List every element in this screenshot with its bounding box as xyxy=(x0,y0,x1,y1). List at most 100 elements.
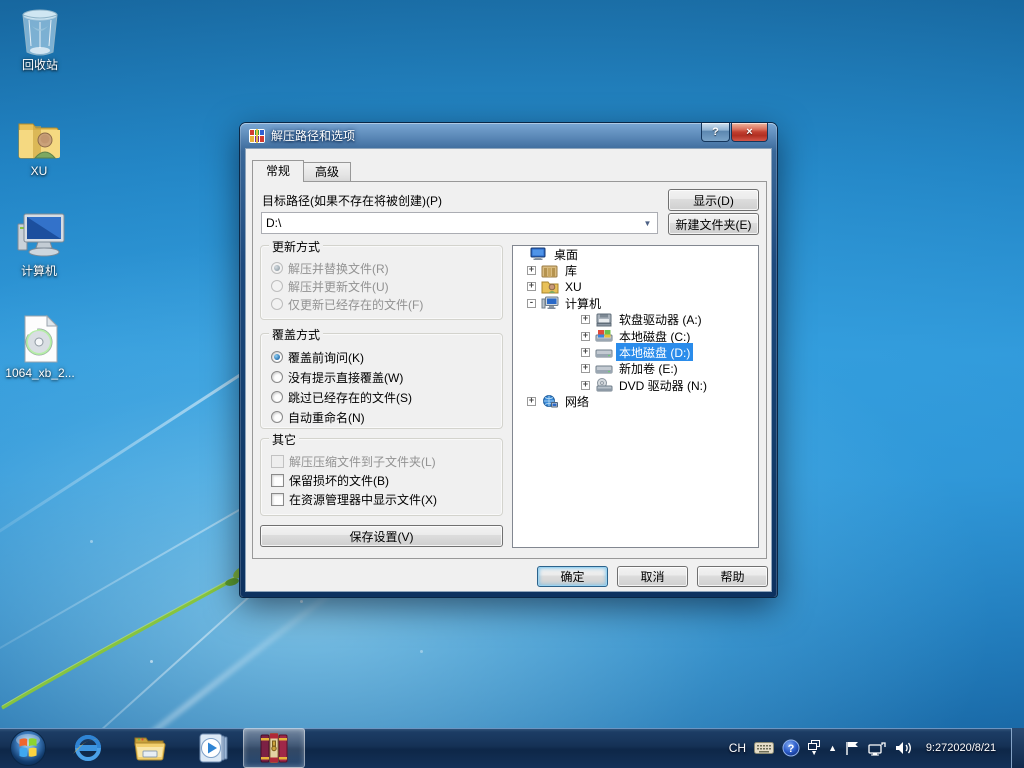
titlebar-close-button[interactable]: × xyxy=(731,123,768,142)
checkbox-label: 保留损坏的文件(B) xyxy=(289,474,389,488)
tree-item-label: XU xyxy=(565,279,582,294)
radio-label: 自动重命名(N) xyxy=(288,410,365,425)
taskbar-winrar-active[interactable] xyxy=(243,728,305,768)
language-code: CH xyxy=(728,741,747,755)
radio-extract-update: 解压并更新文件(U) xyxy=(271,277,498,295)
tree-expander-icon[interactable]: + xyxy=(527,397,536,407)
tree-expander-icon[interactable]: - xyxy=(527,298,536,308)
action-center-flag-icon[interactable] xyxy=(845,740,860,756)
radio-icon xyxy=(271,298,283,310)
tree-item-local-disk-d[interactable]: + 本地磁盘 (D:) xyxy=(513,343,758,363)
network-tray-icon[interactable] xyxy=(868,740,887,756)
save-settings-button[interactable]: 保存设置(V) xyxy=(260,525,503,547)
taskbar-explorer[interactable] xyxy=(128,728,172,768)
checkbox-label: 解压压缩文件到子文件夹(L) xyxy=(289,455,436,469)
tree-item-local-disk-c[interactable]: + 本地磁盘 (C:) xyxy=(513,327,758,345)
desktop-icon-label: XU xyxy=(30,164,48,178)
new-folder-button[interactable]: 新建文件夹(E) xyxy=(668,213,759,235)
taskbar-media-player[interactable] xyxy=(192,728,236,768)
radio-ask-before-overwrite[interactable]: 覆盖前询问(K) xyxy=(271,347,498,367)
tree-item-dvd-drive-n[interactable]: + DVD 驱动器 (N:) xyxy=(513,377,758,394)
radio-overwrite-without-prompt[interactable]: 没有提示直接覆盖(W) xyxy=(271,367,498,387)
checkbox-show-in-explorer[interactable]: 在资源管理器中显示文件(X) xyxy=(271,490,498,509)
start-button[interactable] xyxy=(2,728,54,768)
tree-expander-icon[interactable]: + xyxy=(527,266,536,276)
tree-item-desktop[interactable]: 桌面 xyxy=(513,246,758,263)
tree-item-label: 计算机 xyxy=(565,296,602,311)
clock-date: 2020/8/21 xyxy=(947,742,997,754)
radio-auto-rename[interactable]: 自动重命名(N) xyxy=(271,407,498,427)
radio-label: 解压并替换文件(R) xyxy=(288,261,389,276)
dialog-title: 解压路径和选项 xyxy=(271,129,356,143)
tree-expander-icon[interactable]: + xyxy=(581,348,590,358)
radio-skip-existing[interactable]: 跳过已经存在的文件(S) xyxy=(271,387,498,407)
radio-update-existing-only: 仅更新已经存在的文件(F) xyxy=(271,295,498,313)
tab-page-general: 目标路径(如果不存在将被创建)(P) D:\ 显示(D) 新建文件夹(E) 更新… xyxy=(252,181,767,559)
dropdown-arrow-icon[interactable] xyxy=(639,214,656,232)
close-icon: × xyxy=(746,126,753,138)
checkbox-icon xyxy=(271,474,284,487)
tree-item-floppy-a[interactable]: + 软盘驱动器 (A:) xyxy=(513,311,758,328)
tree-item-computer[interactable]: - 计算机 xyxy=(513,295,758,312)
language-indicator[interactable]: CH xyxy=(729,741,746,755)
user-folder-icon xyxy=(541,280,559,294)
cancel-button[interactable]: 取消 xyxy=(617,566,688,587)
tree-expander-icon[interactable]: + xyxy=(581,331,590,341)
tree-expander-icon[interactable]: + xyxy=(581,380,590,390)
taskbar-internet-explorer[interactable] xyxy=(66,728,110,768)
desktop-icon-computer[interactable]: 计算机 xyxy=(0,210,78,278)
button-label: 确定 xyxy=(560,570,585,584)
libraries-icon xyxy=(541,264,559,278)
button-label: 显示(D) xyxy=(693,193,734,208)
tab-label: 高级 xyxy=(314,165,339,179)
radio-icon xyxy=(271,391,283,403)
checkbox-icon xyxy=(271,455,284,468)
display-button[interactable]: 显示(D) xyxy=(668,189,759,211)
show-desktop-button[interactable] xyxy=(1011,728,1024,768)
tree-item-label: DVD 驱动器 (N:) xyxy=(619,378,707,393)
taskbar-clock[interactable]: 9:27 2020/8/21 xyxy=(921,741,1001,755)
desktop-icon-recycle-bin[interactable]: 回收站 xyxy=(1,8,79,72)
volume-tray-icon[interactable] xyxy=(895,740,913,756)
tree-expander-icon[interactable]: + xyxy=(581,315,590,325)
tree-item-user-xu[interactable]: + XU xyxy=(513,278,758,296)
titlebar-help-button[interactable]: ? xyxy=(701,123,730,142)
recycle-bin-icon xyxy=(22,9,58,56)
button-label: 帮助 xyxy=(720,570,745,584)
folder-tree[interactable]: 桌面 + 库 + XU - 计算机 + 软盘驱动器 (A:) + 本地磁盘 (C… xyxy=(512,245,759,548)
dialog-client: 常规 高级 目标路径(如果不存在将被创建)(P) D:\ 显示(D) 新建文件夹… xyxy=(245,148,772,592)
tree-item-new-volume-e[interactable]: + 新加卷 (E:) xyxy=(513,360,758,378)
tab-general[interactable]: 常规 xyxy=(252,160,304,182)
desktop-icon-disc-file[interactable]: 1064_xb_2... xyxy=(1,314,79,380)
svg-text:?: ? xyxy=(788,743,795,755)
group-overwrite-mode: 覆盖方式 覆盖前询问(K) 没有提示直接覆盖(W) 跳过已经存在的文件(S) 自… xyxy=(260,326,503,429)
computer-node-icon xyxy=(541,296,559,310)
button-label: 取消 xyxy=(640,570,665,584)
help-button[interactable]: 帮助 xyxy=(697,566,768,587)
desktop-icon-label: 计算机 xyxy=(20,264,57,278)
desktop-icon-xu-folder[interactable]: XU xyxy=(0,116,78,178)
radio-icon xyxy=(271,280,283,292)
radio-label: 解压并更新文件(U) xyxy=(288,279,389,294)
tree-item-libraries[interactable]: + 库 xyxy=(513,262,758,279)
checkbox-icon xyxy=(271,493,284,506)
caret-down-icon: ▼ xyxy=(810,750,818,757)
dialog-titlebar[interactable]: 解压路径和选项 ? × xyxy=(240,123,777,148)
show-hidden-icons-button[interactable]: ▲ xyxy=(828,743,837,753)
radio-icon xyxy=(271,262,283,274)
tree-expander-icon[interactable]: + xyxy=(527,282,536,292)
group-title: 覆盖方式 xyxy=(269,326,324,343)
winrar-extract-dialog: 解压路径和选项 ? × 常规 高级 目标路径(如果不存在将被创建)(P) D:\ xyxy=(240,123,777,597)
target-path-combobox[interactable]: D:\ xyxy=(261,212,658,234)
help-tray-icon[interactable]: ? xyxy=(782,739,800,757)
keyboard-layout-icon[interactable] xyxy=(754,741,775,755)
tab-advanced[interactable]: 高级 xyxy=(303,162,351,182)
drive-icon xyxy=(595,346,613,360)
ok-button[interactable]: 确定 xyxy=(537,566,608,587)
tree-item-network[interactable]: + 网络 xyxy=(513,393,758,410)
tree-expander-icon[interactable]: + xyxy=(581,364,590,374)
checkbox-keep-broken-files[interactable]: 保留损坏的文件(B) xyxy=(271,471,498,490)
target-path-label: 目标路径(如果不存在将被创建)(P) xyxy=(262,194,442,208)
radio-icon xyxy=(271,371,283,383)
windows-stack-tray-icon[interactable]: ▼ xyxy=(808,740,821,757)
